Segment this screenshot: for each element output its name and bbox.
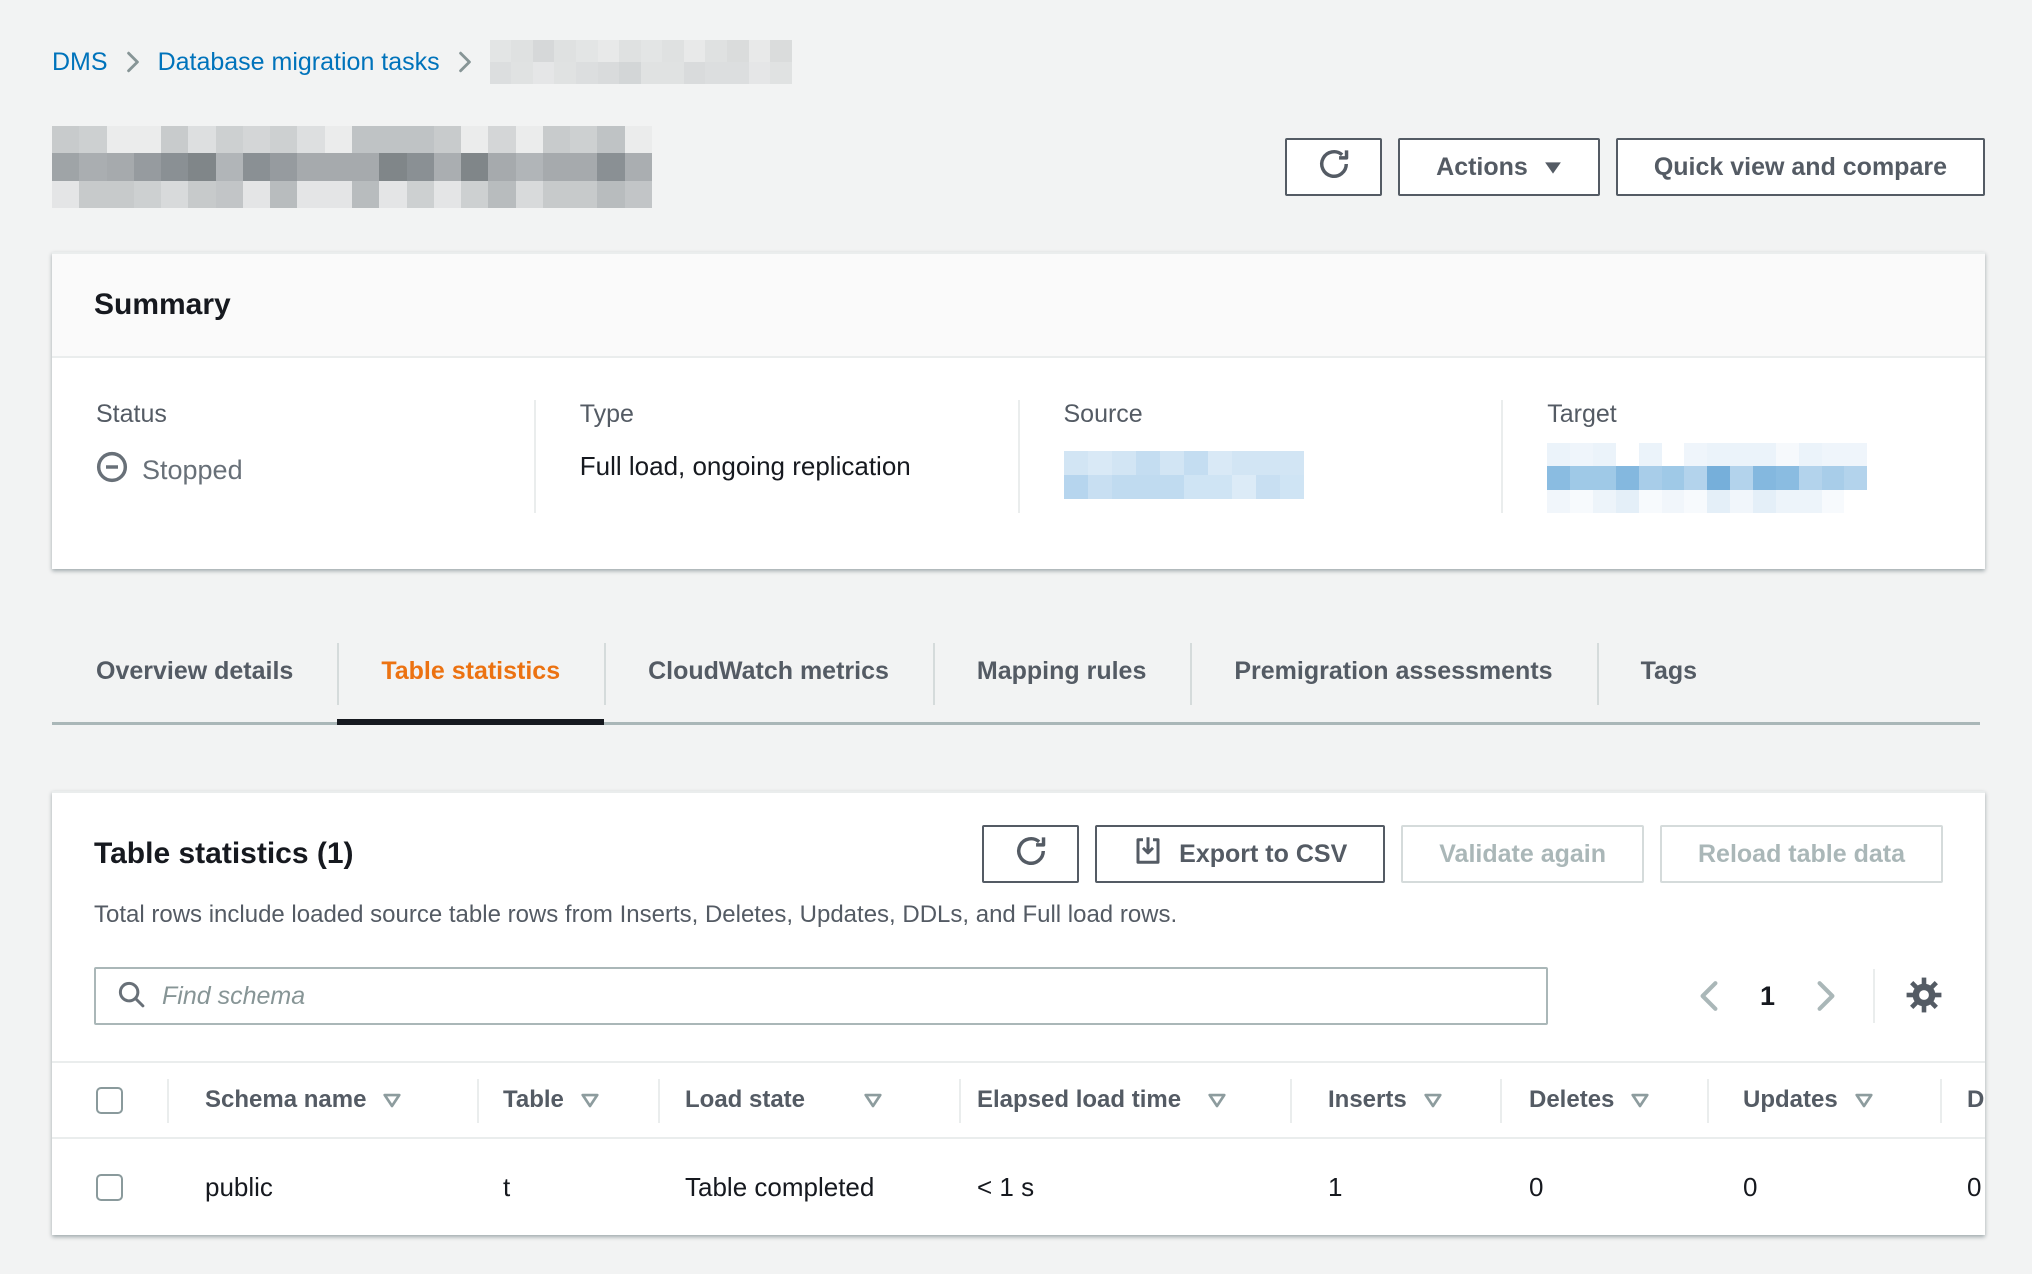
quick-view-and-compare-button[interactable]: Quick view and compare [1616, 138, 1985, 196]
summary-field-status: Status Stopped [52, 400, 534, 513]
sort-icon [382, 1092, 402, 1109]
export-to-csv-button[interactable]: Export to CSV [1095, 825, 1385, 883]
column-header-ddls-truncated[interactable]: D [1940, 1063, 1985, 1137]
cell-deletes: 0 [1500, 1172, 1707, 1203]
column-header-table[interactable]: Table [477, 1063, 658, 1137]
sort-icon [863, 1092, 883, 1109]
quick-view-button-label: Quick view and compare [1654, 153, 1947, 182]
validate-button-label: Validate again [1439, 840, 1606, 869]
breadcrumb-link-dms[interactable]: DMS [52, 48, 108, 77]
target-value-redacted[interactable] [1547, 443, 1867, 513]
refresh-icon [1015, 835, 1047, 874]
reload-button-label: Reload table data [1698, 840, 1905, 869]
column-header-deletes[interactable]: Deletes [1500, 1063, 1707, 1137]
reload-table-data-button[interactable]: Reload table data [1660, 825, 1943, 883]
gear-icon [1905, 976, 1943, 1017]
status-label: Status [96, 400, 534, 429]
search-input[interactable] [162, 982, 1526, 1011]
table-header-row: Schema name Table Load state Elapsed loa… [52, 1063, 1985, 1139]
toolbar-divider [1873, 969, 1875, 1023]
summary-field-source: Source [1018, 400, 1502, 513]
table-statistics-card: Table statistics (1) Export to CSV Valid… [52, 791, 1985, 1235]
next-page-button[interactable] [1815, 980, 1837, 1012]
tab-premigration-assessments[interactable]: Premigration assessments [1190, 639, 1596, 722]
breadcrumb-link-tasks[interactable]: Database migration tasks [158, 48, 440, 77]
cell-inserts: 1 [1290, 1172, 1500, 1203]
pagination: 1 [1698, 980, 1837, 1012]
source-value-redacted[interactable] [1064, 451, 1304, 499]
column-header-inserts[interactable]: Inserts [1290, 1063, 1500, 1137]
type-value: Full load, ongoing replication [580, 451, 1018, 482]
tab-cloudwatch-metrics[interactable]: CloudWatch metrics [604, 639, 933, 722]
cell-ddls: 0 [1940, 1172, 1985, 1203]
page-header: Actions Quick view and compare [52, 126, 1985, 208]
table-toolbar: 1 [52, 929, 1985, 1025]
actions-button-label: Actions [1436, 153, 1528, 182]
actions-button[interactable]: Actions [1398, 138, 1600, 196]
table-refresh-button[interactable] [982, 825, 1079, 883]
sort-icon [580, 1092, 600, 1109]
breadcrumb-task-name-redacted [490, 40, 792, 84]
tab-mapping-rules[interactable]: Mapping rules [933, 639, 1190, 722]
sort-icon [1854, 1092, 1874, 1109]
type-label: Type [580, 400, 1018, 429]
summary-field-target: Target [1501, 400, 1985, 513]
tab-overview-details[interactable]: Overview details [52, 639, 337, 722]
cell-elapsed-load-time: < 1 s [959, 1172, 1290, 1203]
summary-field-type: Type Full load, ongoing replication [534, 400, 1018, 513]
cell-table: t [477, 1172, 658, 1203]
tab-table-statistics[interactable]: Table statistics [337, 639, 604, 722]
chevron-right-icon [126, 51, 140, 73]
page-title-redacted [52, 126, 652, 208]
chevron-right-icon [458, 51, 472, 73]
validate-again-button[interactable]: Validate again [1401, 825, 1644, 883]
cell-updates: 0 [1707, 1172, 1940, 1203]
sort-icon [1630, 1092, 1650, 1109]
tab-tags[interactable]: Tags [1597, 639, 1742, 722]
cell-load-state: Table completed [658, 1172, 959, 1203]
table-statistics-title: Table statistics (1) [94, 837, 354, 871]
tab-bar: Overview details Table statistics CloudW… [52, 639, 1980, 725]
table-statistics-description: Total rows include loaded source table r… [52, 883, 1985, 929]
search-icon [116, 979, 146, 1014]
preferences-button[interactable] [1905, 976, 1943, 1017]
table-row[interactable]: public t Table completed < 1 s 1 0 0 0 [52, 1139, 1985, 1235]
source-label: Source [1064, 400, 1502, 429]
status-value: Stopped [142, 455, 243, 486]
schema-search-box[interactable] [94, 967, 1548, 1025]
summary-card-header: Summary [52, 254, 1985, 358]
table-card-actions: Export to CSV Validate again Reload tabl… [982, 825, 1943, 883]
header-actions: Actions Quick view and compare [1285, 138, 1985, 196]
caret-down-icon [1544, 153, 1562, 182]
breadcrumb: DMS Database migration tasks [52, 40, 1980, 84]
refresh-icon [1318, 148, 1350, 187]
summary-body: Status Stopped Type Full load, ongoing r… [52, 358, 1985, 569]
row-checkbox[interactable] [96, 1174, 123, 1201]
row-select-cell [52, 1174, 167, 1201]
sort-icon [1207, 1092, 1227, 1109]
select-all-cell [52, 1063, 167, 1137]
cell-schema-name: public [167, 1172, 477, 1203]
dms-task-page: DMS Database migration tasks Actions [0, 0, 2032, 1274]
target-label: Target [1547, 400, 1985, 429]
column-header-schema-name[interactable]: Schema name [167, 1063, 477, 1137]
select-all-checkbox[interactable] [96, 1087, 123, 1114]
summary-card: Summary Status Stopped Type Full load, o… [52, 252, 1985, 569]
summary-title: Summary [94, 288, 1943, 322]
table-statistics-table: Schema name Table Load state Elapsed loa… [52, 1061, 1985, 1235]
table-card-header: Table statistics (1) Export to CSV Valid… [52, 793, 1985, 883]
export-button-label: Export to CSV [1179, 840, 1347, 869]
stopped-status-icon [96, 451, 128, 490]
refresh-button[interactable] [1285, 138, 1382, 196]
column-header-load-state[interactable]: Load state [658, 1063, 959, 1137]
previous-page-button[interactable] [1698, 980, 1720, 1012]
column-header-elapsed-load-time[interactable]: Elapsed load time [959, 1063, 1290, 1137]
current-page-number[interactable]: 1 [1760, 981, 1775, 1012]
export-download-icon [1133, 836, 1163, 873]
column-header-updates[interactable]: Updates [1707, 1063, 1940, 1137]
sort-icon [1423, 1092, 1443, 1109]
